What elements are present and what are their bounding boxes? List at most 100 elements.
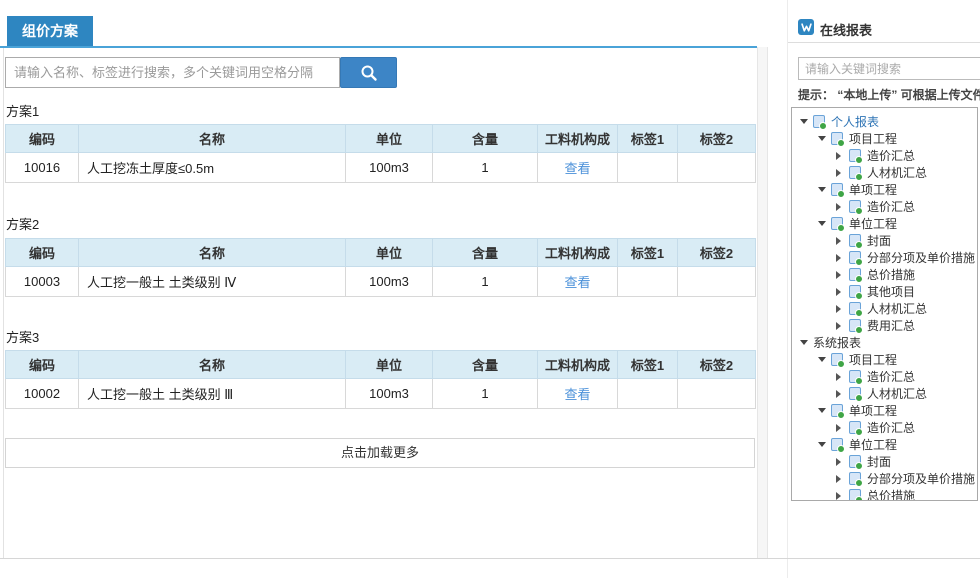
cell-composition: 查看 xyxy=(538,153,618,183)
tree-item[interactable]: 总价措施 xyxy=(792,487,977,501)
cell-quantity: 1 xyxy=(433,153,538,183)
scheme-table: 编码 名称 单位 含量 工料机构成 标签1 标签2 10016 人工挖冻土厚度≤… xyxy=(5,124,756,183)
tree-item[interactable]: 单位工程 xyxy=(792,215,977,232)
tree-item[interactable]: 人材机汇总 xyxy=(792,300,977,317)
report-doc-icon xyxy=(849,302,861,315)
chevron-right-icon[interactable] xyxy=(836,424,849,432)
tree-item[interactable]: 系统报表 xyxy=(792,334,977,351)
cell-unit: 100m3 xyxy=(346,153,433,183)
cell-composition: 查看 xyxy=(538,267,618,297)
chevron-right-icon[interactable] xyxy=(836,322,849,330)
tab-pricing-scheme[interactable]: 组价方案 xyxy=(7,16,93,46)
chevron-right-icon[interactable] xyxy=(836,492,849,500)
scheme-label: 方案3 xyxy=(6,327,39,346)
col-header-code: 编码 xyxy=(6,351,79,379)
tree-item-label: 分部分项及单价措施 xyxy=(867,249,975,266)
col-header-quantity: 含量 xyxy=(433,239,538,267)
col-header-composition: 工料机构成 xyxy=(538,239,618,267)
col-header-code: 编码 xyxy=(6,125,79,153)
cell-unit: 100m3 xyxy=(346,267,433,297)
tree-item[interactable]: 造价汇总 xyxy=(792,198,977,215)
table-header-row: 编码 名称 单位 含量 工料机构成 标签1 标签2 xyxy=(6,125,756,153)
chevron-right-icon[interactable] xyxy=(836,305,849,313)
chevron-right-icon[interactable] xyxy=(836,390,849,398)
tree-item[interactable]: 分部分项及单价措施 xyxy=(792,249,977,266)
chevron-down-icon[interactable] xyxy=(800,119,813,124)
cell-tag1 xyxy=(618,267,678,297)
tree-item[interactable]: 单项工程 xyxy=(792,181,977,198)
chevron-down-icon[interactable] xyxy=(818,136,831,141)
vertical-scrollbar[interactable] xyxy=(757,47,768,558)
online-reports-panel: 在线报表 提示： “本地上传” 可根据上传文件样式校 个人报表项目工程造价汇总人… xyxy=(787,0,980,578)
col-header-unit: 单位 xyxy=(346,351,433,379)
tree-item[interactable]: 造价汇总 xyxy=(792,419,977,436)
table-header-row: 编码 名称 单位 含量 工料机构成 标签1 标签2 xyxy=(6,239,756,267)
scheme-search-input[interactable] xyxy=(5,57,340,88)
search-button[interactable] xyxy=(340,57,397,88)
view-link[interactable]: 查看 xyxy=(564,387,590,402)
tree-item[interactable]: 总价措施 xyxy=(792,266,977,283)
tree-item[interactable]: 单项工程 xyxy=(792,402,977,419)
tree-item[interactable]: 分部分项及单价措施 xyxy=(792,470,977,487)
tree-item[interactable]: 项目工程 xyxy=(792,351,977,368)
report-search-input[interactable] xyxy=(798,57,980,80)
tree-item-label: 造价汇总 xyxy=(867,419,915,436)
tree-item-label: 人材机汇总 xyxy=(867,385,927,402)
online-reports-logo-icon xyxy=(798,19,814,35)
report-doc-icon xyxy=(849,166,861,179)
page: 组价方案 方案1 编码 名称 单位 含量 工料机构成 标签1 标签2 xyxy=(0,0,980,578)
col-header-tag1: 标签1 xyxy=(618,351,678,379)
view-link[interactable]: 查看 xyxy=(564,275,590,290)
col-header-name: 名称 xyxy=(79,351,346,379)
tab-underline xyxy=(0,46,757,48)
tree-item-label: 封面 xyxy=(867,232,891,249)
report-doc-icon xyxy=(849,234,861,247)
col-header-name: 名称 xyxy=(79,239,346,267)
report-doc-icon xyxy=(849,251,861,264)
tree-item[interactable]: 封面 xyxy=(792,232,977,249)
tree-item[interactable]: 造价汇总 xyxy=(792,147,977,164)
col-header-tag2: 标签2 xyxy=(678,125,756,153)
view-link[interactable]: 查看 xyxy=(564,161,590,176)
chevron-right-icon[interactable] xyxy=(836,254,849,262)
cell-quantity: 1 xyxy=(433,267,538,297)
tree-item[interactable]: 造价汇总 xyxy=(792,368,977,385)
cell-composition: 查看 xyxy=(538,379,618,409)
chevron-right-icon[interactable] xyxy=(836,458,849,466)
col-header-tag2: 标签2 xyxy=(678,239,756,267)
cell-code: 10003 xyxy=(6,267,79,297)
chevron-right-icon[interactable] xyxy=(836,288,849,296)
scheme-table: 编码 名称 单位 含量 工料机构成 标签1 标签2 10002 人工挖一般土 土… xyxy=(5,350,756,409)
chevron-right-icon[interactable] xyxy=(836,373,849,381)
chevron-down-icon[interactable] xyxy=(818,408,831,413)
tree-item[interactable]: 人材机汇总 xyxy=(792,385,977,402)
tree-item-label: 系统报表 xyxy=(813,334,861,351)
chevron-right-icon[interactable] xyxy=(836,152,849,160)
chevron-down-icon[interactable] xyxy=(800,340,813,345)
col-header-unit: 单位 xyxy=(346,125,433,153)
chevron-right-icon[interactable] xyxy=(836,475,849,483)
chevron-right-icon[interactable] xyxy=(836,271,849,279)
tree-item[interactable]: 封面 xyxy=(792,453,977,470)
tree-item[interactable]: 个人报表 xyxy=(792,113,977,130)
cell-name: 人工挖冻土厚度≤0.5m xyxy=(79,153,346,183)
report-doc-icon xyxy=(849,387,861,400)
chevron-right-icon[interactable] xyxy=(836,237,849,245)
chevron-right-icon[interactable] xyxy=(836,203,849,211)
chevron-down-icon[interactable] xyxy=(818,357,831,362)
panel-header-divider xyxy=(788,42,980,43)
pricing-scheme-panel: 组价方案 方案1 编码 名称 单位 含量 工料机构成 标签1 标签2 xyxy=(0,0,757,578)
report-doc-icon xyxy=(849,200,861,213)
chevron-down-icon[interactable] xyxy=(818,187,831,192)
load-more-button[interactable]: 点击加载更多 xyxy=(5,438,755,468)
cell-code: 10016 xyxy=(6,153,79,183)
tree-item[interactable]: 其他项目 xyxy=(792,283,977,300)
tree-item[interactable]: 项目工程 xyxy=(792,130,977,147)
tree-item[interactable]: 人材机汇总 xyxy=(792,164,977,181)
chevron-down-icon[interactable] xyxy=(818,221,831,226)
tree-item-label: 总价措施 xyxy=(867,266,915,283)
chevron-right-icon[interactable] xyxy=(836,169,849,177)
chevron-down-icon[interactable] xyxy=(818,442,831,447)
tree-item[interactable]: 单位工程 xyxy=(792,436,977,453)
tree-item[interactable]: 费用汇总 xyxy=(792,317,977,334)
